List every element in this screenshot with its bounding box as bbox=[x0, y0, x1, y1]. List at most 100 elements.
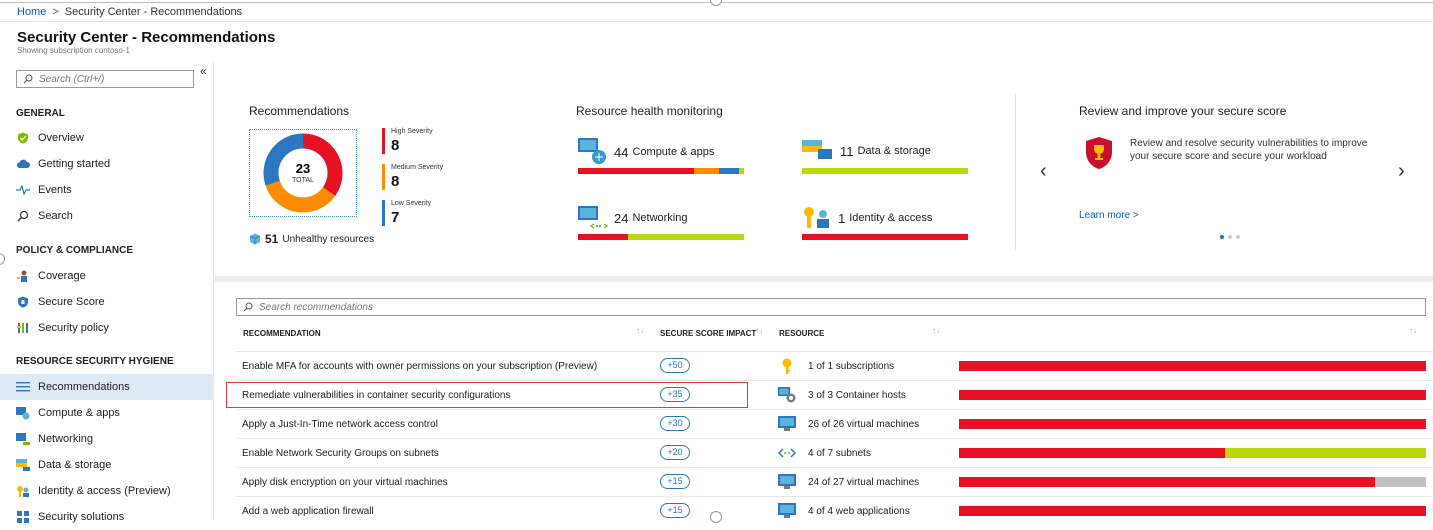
subnet-icon bbox=[778, 444, 796, 462]
sidebar-item-label: Overview bbox=[38, 132, 84, 144]
unhealthy-resources[interactable]: 51 Unhealthy resources bbox=[249, 232, 374, 246]
health-storage-count: 11 bbox=[840, 143, 854, 159]
sidebar-item-label: Identity & access (Preview) bbox=[38, 485, 171, 497]
health-item-networking[interactable]: 24 Networking bbox=[578, 206, 688, 230]
sidebar-item-coverage[interactable]: Coverage bbox=[0, 263, 214, 289]
network-icon bbox=[16, 432, 30, 446]
resource-bar-segment bbox=[1225, 448, 1426, 458]
resource-count: 4 of 4 web applications bbox=[808, 506, 910, 517]
impact-badge: +15 bbox=[660, 474, 690, 489]
column-header-impact[interactable]: SECURE SCORE IMPACT bbox=[660, 329, 756, 338]
health-bar-segment bbox=[578, 234, 628, 240]
impact-badge: +30 bbox=[660, 416, 690, 431]
resource-health-bar bbox=[959, 477, 1426, 487]
impact-badge: +50 bbox=[660, 358, 690, 373]
sidebar-item-compute[interactable]: Compute & apps bbox=[0, 400, 214, 426]
health-item-identity[interactable]: 1 Identity & access bbox=[802, 206, 932, 230]
sidebar-item-label: Recommendations bbox=[38, 381, 130, 393]
sidebar-item-getting-started[interactable]: Getting started bbox=[0, 151, 214, 177]
search-icon bbox=[243, 302, 253, 312]
policy-icon bbox=[16, 321, 30, 335]
health-item-data-storage[interactable]: 11 Data & storage bbox=[802, 140, 931, 162]
table-row[interactable]: Apply disk encryption on your virtual ma… bbox=[236, 467, 1433, 496]
sidebar-item-events[interactable]: Events bbox=[0, 177, 214, 203]
collapse-sidebar-button[interactable]: « bbox=[200, 64, 207, 78]
coverage-icon bbox=[16, 269, 30, 283]
network-icon bbox=[578, 206, 608, 229]
sidebar-item-recommendations[interactable]: Recommendations bbox=[0, 374, 214, 400]
sidebar-item-secure-score[interactable]: Secure Score bbox=[0, 289, 214, 315]
severity-low-label: Low Severity bbox=[391, 200, 432, 207]
resource-health-bar bbox=[959, 448, 1426, 458]
learn-more-link[interactable]: Learn more > bbox=[1079, 210, 1139, 221]
carousel-prev-button[interactable]: ‹ bbox=[1040, 160, 1047, 183]
health-identity-bar bbox=[802, 234, 968, 240]
vm-icon bbox=[778, 502, 796, 520]
identity-icon bbox=[804, 207, 829, 228]
sort-icon[interactable]: ↑↓ bbox=[1409, 326, 1417, 335]
identity-icon bbox=[16, 484, 30, 498]
resource-bar-segment bbox=[1374, 477, 1426, 487]
sort-icon[interactable]: ↑↓ bbox=[755, 326, 763, 335]
donut-total-label: TOTAL bbox=[292, 177, 314, 184]
table-row[interactable]: Apply a Just-In-Time network access cont… bbox=[236, 409, 1433, 438]
health-networking-label: Networking bbox=[632, 212, 688, 224]
resource-count: 4 of 7 subnets bbox=[808, 448, 871, 459]
resource-health-bar bbox=[959, 361, 1426, 371]
carousel-pagination bbox=[1220, 235, 1240, 239]
resource-count: 26 of 26 virtual machines bbox=[808, 419, 920, 430]
sort-icon[interactable]: ↑↓ bbox=[636, 326, 644, 335]
health-compute-count: 44 bbox=[614, 144, 629, 160]
sidebar-item-identity[interactable]: Identity & access (Preview) bbox=[0, 478, 214, 504]
health-item-compute[interactable]: 44 Compute & apps bbox=[578, 138, 714, 166]
resize-handle[interactable] bbox=[710, 0, 722, 6]
highlight-box bbox=[226, 382, 748, 408]
health-bar-segment bbox=[802, 168, 968, 174]
sidebar-item-data-storage[interactable]: Data & storage bbox=[0, 452, 214, 478]
sidebar-item-label: Security policy bbox=[38, 322, 109, 334]
sort-icon[interactable]: ↑↓ bbox=[932, 326, 940, 335]
sidebar-search-input[interactable]: Search (Ctrl+/) bbox=[16, 70, 194, 88]
storage-icon bbox=[802, 140, 832, 159]
health-storage-label: Data & storage bbox=[857, 145, 931, 157]
carousel-dot-active[interactable] bbox=[1220, 235, 1224, 239]
health-storage-bar bbox=[802, 168, 968, 174]
resource-health-bar bbox=[959, 390, 1426, 400]
sidebar-item-label: Search bbox=[38, 210, 73, 222]
table-row[interactable]: Add a web application firewall +15 4 of … bbox=[236, 496, 1433, 525]
carousel-dot[interactable] bbox=[1236, 235, 1240, 239]
recommendations-search-input[interactable]: Search recommendations bbox=[236, 298, 1426, 316]
pulse-icon bbox=[16, 183, 30, 197]
table-row[interactable]: Enable MFA for accounts with owner permi… bbox=[236, 351, 1433, 380]
resource-bar-segment bbox=[959, 390, 1426, 400]
carousel-next-button[interactable]: › bbox=[1398, 160, 1405, 183]
recommendations-donut-chart[interactable]: 23 TOTAL bbox=[249, 129, 357, 217]
recommendation-name: Add a web application firewall bbox=[242, 506, 374, 517]
sidebar-item-security-policy[interactable]: Security policy bbox=[0, 315, 214, 341]
section-divider bbox=[1015, 94, 1016, 250]
sidebar-item-search[interactable]: Search bbox=[0, 203, 214, 229]
column-header-recommendation[interactable]: RECOMMENDATION bbox=[243, 329, 321, 338]
impact-badge: +15 bbox=[660, 503, 690, 518]
breadcrumb-home-link[interactable]: Home bbox=[17, 6, 46, 18]
carousel-dot[interactable] bbox=[1228, 235, 1232, 239]
resource-count: 24 of 27 virtual machines bbox=[808, 477, 920, 488]
shield-icon bbox=[16, 295, 30, 309]
sidebar-item-security-solutions[interactable]: Security solutions bbox=[0, 504, 214, 530]
secure-score-title: Review and improve your secure score bbox=[1079, 104, 1287, 118]
sidebar: Search (Ctrl+/) « GENERAL Overview Getti… bbox=[0, 62, 214, 523]
sidebar-item-networking[interactable]: Networking bbox=[0, 426, 214, 452]
sidebar-item-overview[interactable]: Overview bbox=[0, 125, 214, 151]
shield-check-icon bbox=[16, 131, 30, 145]
unhealthy-count: 51 bbox=[265, 232, 279, 246]
column-header-resource[interactable]: RESOURCE bbox=[779, 329, 824, 338]
severity-low-count: 7 bbox=[391, 209, 400, 226]
sidebar-item-label: Secure Score bbox=[38, 296, 105, 308]
table-row[interactable]: Enable Network Security Groups on subnet… bbox=[236, 438, 1433, 467]
resize-handle[interactable] bbox=[710, 511, 722, 523]
recommendations-search-placeholder: Search recommendations bbox=[259, 301, 373, 313]
resource-count: 3 of 3 Container hosts bbox=[808, 390, 906, 401]
sidebar-item-label: Security solutions bbox=[38, 511, 125, 523]
recommendation-name: Apply a Just-In-Time network access cont… bbox=[242, 419, 438, 430]
sidebar-item-label: Events bbox=[38, 184, 72, 196]
